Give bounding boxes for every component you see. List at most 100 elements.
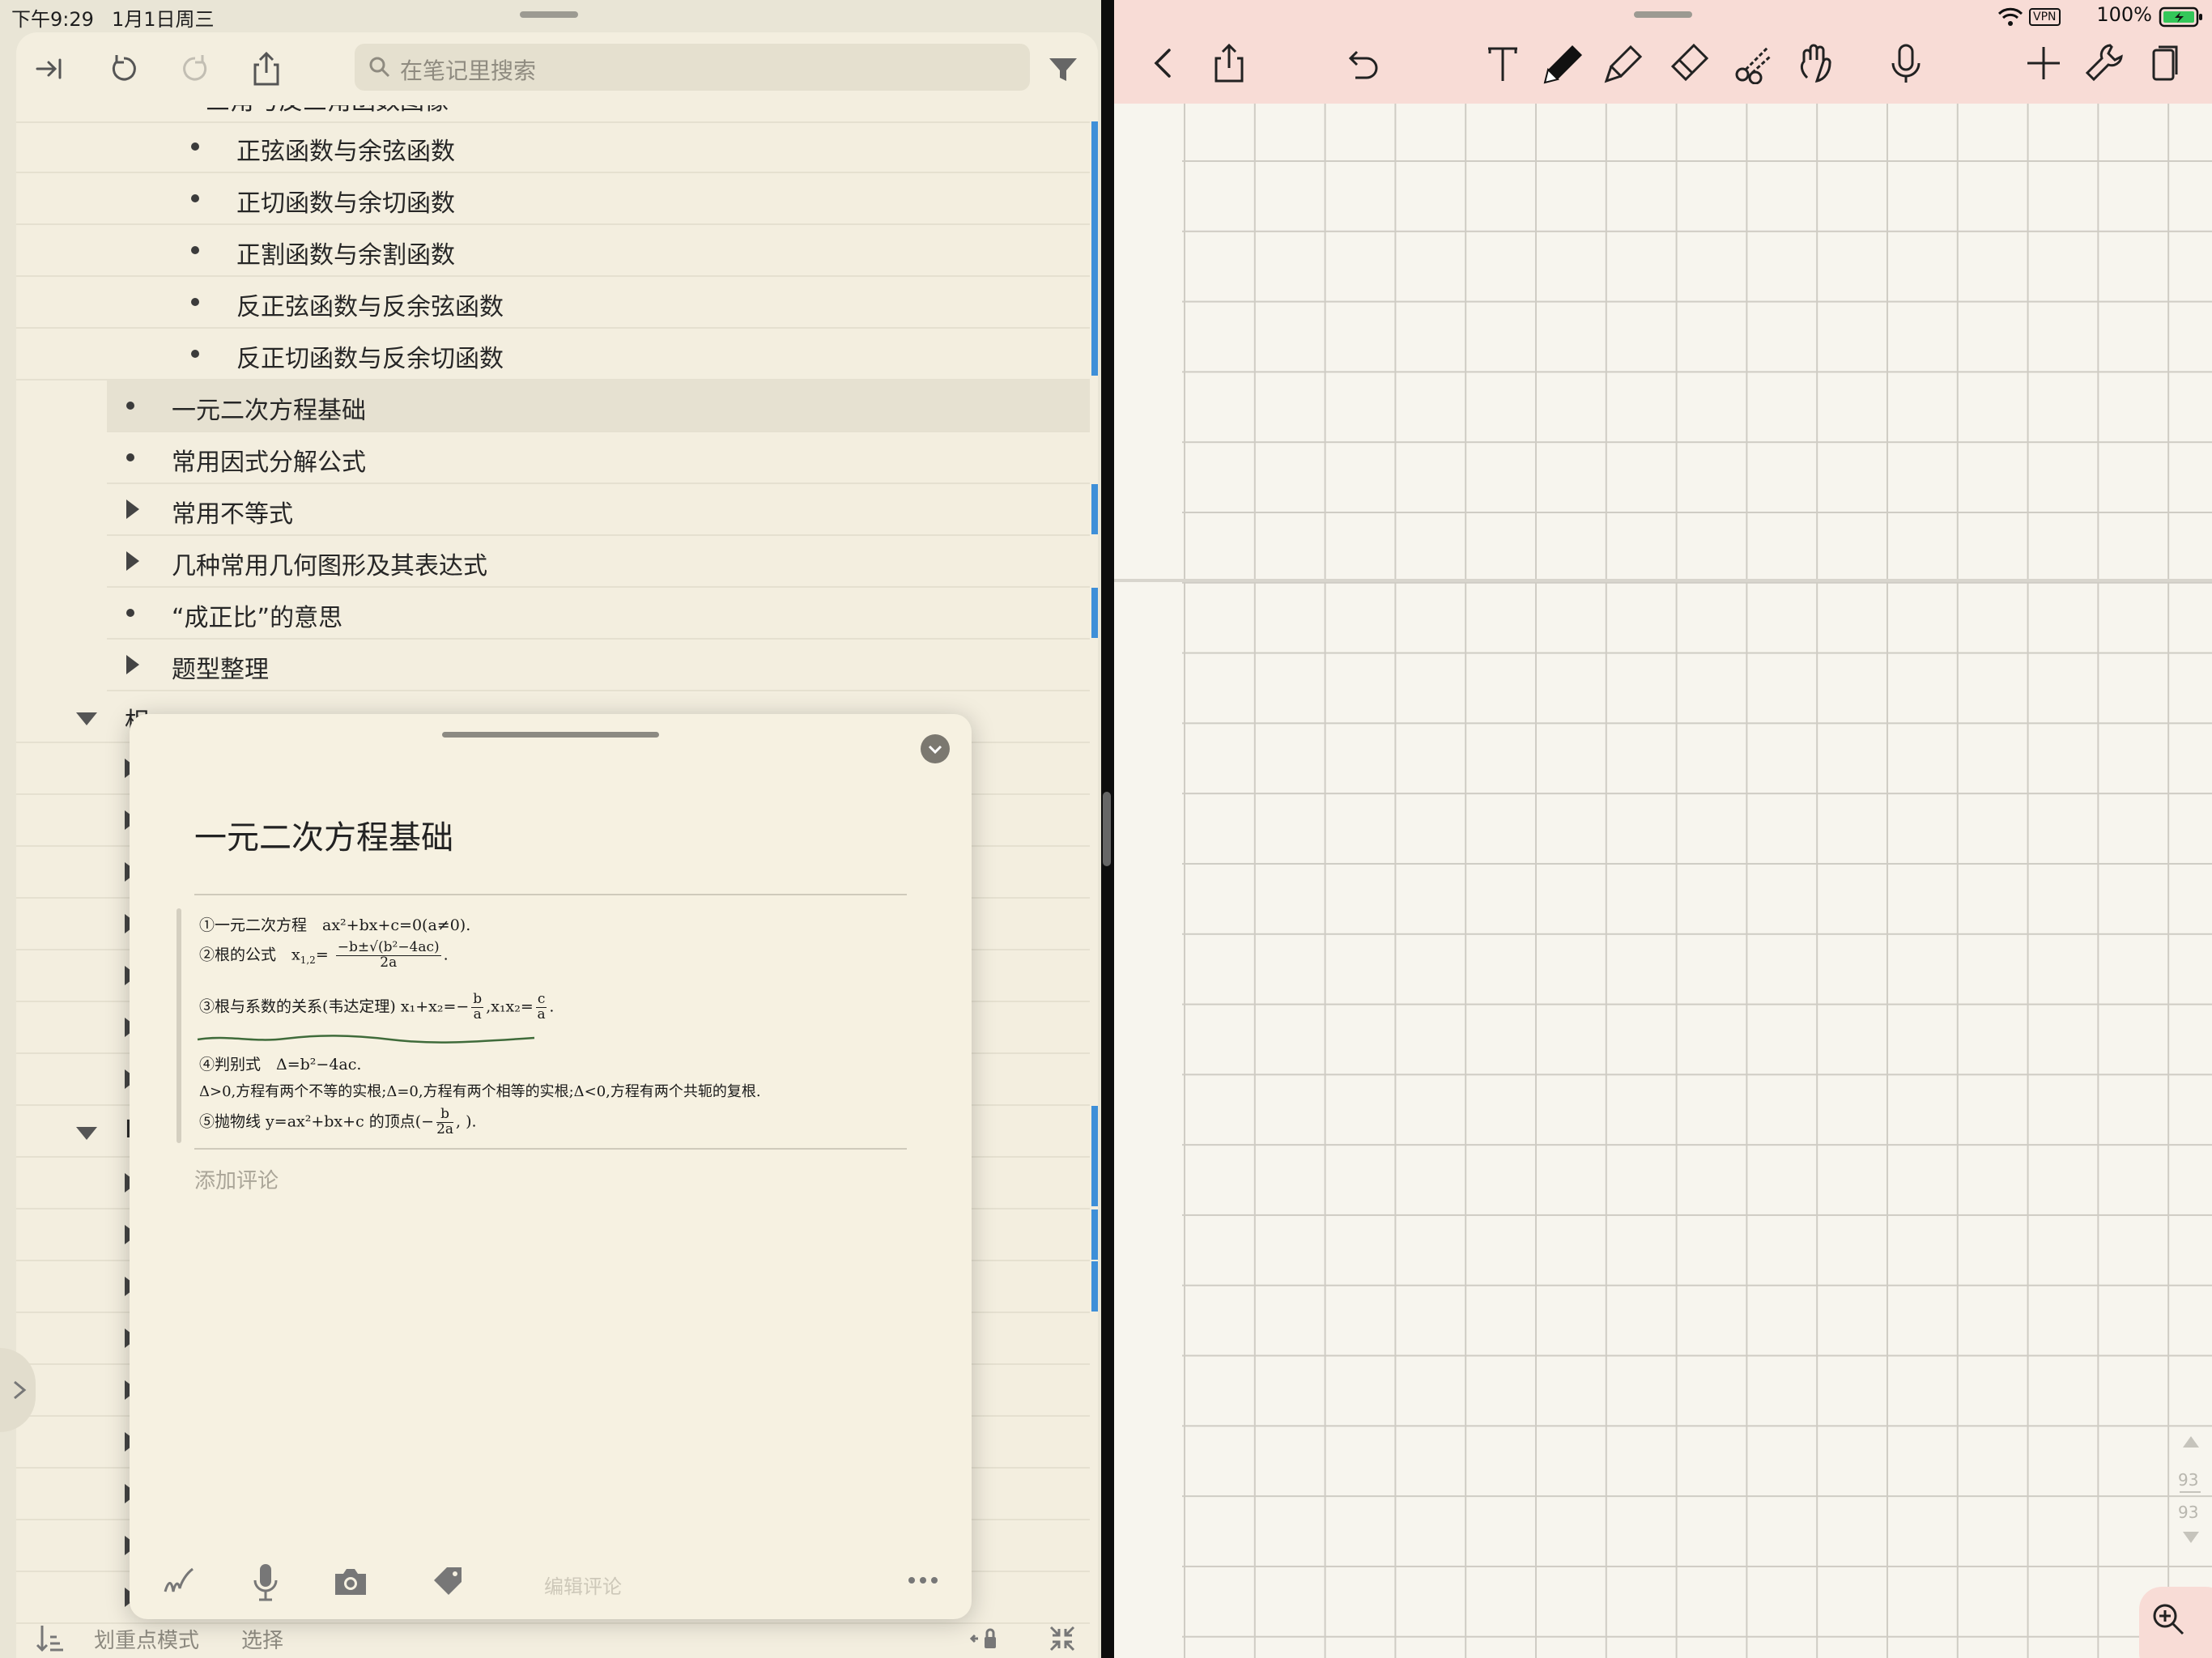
page-up-icon[interactable]	[2181, 1435, 2201, 1449]
outline-item[interactable]: 几种常用几何图形及其表达式	[107, 536, 1090, 588]
edit-comment-button[interactable]: 编辑评论	[544, 1571, 622, 1599]
hand-tool-icon[interactable]	[1794, 42, 1836, 84]
outline-item-label: “成正比”的意思	[172, 604, 343, 632]
link-marker	[1091, 121, 1098, 376]
outline-subitem[interactable]: 正弦函数与余弦函数	[16, 121, 1090, 173]
search-input[interactable]: 在笔记里搜索	[355, 44, 1030, 91]
select-button[interactable]: 选择	[241, 1624, 283, 1654]
eraser-tool-icon[interactable]	[1668, 42, 1710, 84]
bullet-icon	[191, 142, 199, 151]
expand-arrow-icon[interactable]	[126, 500, 139, 519]
formula-line-4: ④判别式 Δ=b²−4ac.	[199, 1056, 362, 1073]
formula-line-1: ①一元二次方程 ax²+bx+c=0(a≠0).	[199, 916, 471, 934]
outline-item-label: 一元二次方程基础	[172, 397, 366, 425]
bullet-icon	[191, 298, 199, 306]
outline-subitem[interactable]: 反正弦函数与反余弦函数	[16, 277, 1090, 329]
outline-item-label: 三角与反三角函数图像	[206, 105, 449, 117]
formula-text: =	[315, 946, 329, 964]
wifi-icon	[1997, 7, 2023, 26]
highlighter-tool-icon[interactable]	[1603, 42, 1645, 84]
formula-text: ⑤抛物线 y=ax²+bx+c 的顶点(−	[199, 1112, 435, 1131]
fraction-denominator: 2a	[436, 1120, 454, 1137]
link-marker	[1091, 484, 1098, 534]
outline-subitem[interactable]: 正切函数与余切函数	[16, 173, 1090, 225]
camera-icon[interactable]	[332, 1566, 369, 1598]
focus-lock-icon[interactable]	[968, 1622, 1007, 1655]
page-break	[1114, 579, 2212, 582]
chevron-down-icon[interactable]	[920, 733, 951, 764]
window-grabber[interactable]	[520, 11, 578, 18]
quote-bar	[177, 908, 181, 1143]
pen-tool-icon[interactable]	[1543, 42, 1585, 84]
fraction: −b±√(b²−4ac) 2a	[335, 940, 441, 971]
formula-line-2: ②根的公式 x1,2= −b±√(b²−4ac) 2a.	[199, 940, 449, 971]
share-icon[interactable]	[248, 50, 285, 87]
handwriting-icon[interactable]	[162, 1564, 199, 1601]
expand-arrow-icon[interactable]	[126, 655, 139, 674]
text-tool-icon[interactable]	[1482, 42, 1524, 84]
note-title: 一元二次方程基础	[194, 819, 453, 857]
fraction: ba	[471, 992, 484, 1022]
outline-item[interactable]: 题型整理	[107, 640, 1090, 691]
redo-icon[interactable]	[177, 50, 214, 87]
bullet-icon	[191, 246, 199, 254]
outline-item-label: 题型整理	[172, 656, 269, 684]
page-total: 93	[2178, 1503, 2199, 1522]
bullet-icon	[126, 402, 134, 410]
collapse-sidebar-icon[interactable]	[31, 50, 68, 87]
wrench-icon[interactable]	[2082, 42, 2125, 84]
split-view-handle[interactable]	[1103, 792, 1111, 866]
outline-item-selected[interactable]: 一元二次方程基础	[107, 380, 1090, 432]
outline-subitem[interactable]: 正割函数与余割函数	[16, 225, 1090, 277]
window-grabber[interactable]	[1634, 11, 1692, 18]
bullet-icon	[191, 350, 199, 358]
highlight-mode-button[interactable]: 划重点模式	[94, 1624, 199, 1654]
outline-item-label: 常用因式分解公式	[172, 449, 366, 477]
outline-row-heading[interactable]: 三角与反三角函数图像	[16, 105, 1090, 123]
expand-arrow-icon[interactable]	[76, 712, 97, 725]
expand-arrow-icon[interactable]	[76, 1127, 97, 1140]
formula-sub: 1,2	[300, 954, 316, 967]
page-down-icon[interactable]	[2181, 1530, 2201, 1545]
microphone-icon[interactable]	[1885, 42, 1927, 84]
formula-text: .	[443, 946, 449, 964]
expand-arrow-icon[interactable]	[126, 551, 139, 571]
pages-icon[interactable]	[2146, 42, 2188, 84]
outline-item[interactable]: 常用因式分解公式	[107, 432, 1090, 484]
fraction-denominator: a	[473, 1005, 482, 1022]
formula-text: ②根的公式 x	[199, 946, 300, 964]
add-comment-input[interactable]: 添加评论	[194, 1164, 279, 1194]
share-icon[interactable]	[1208, 42, 1250, 84]
formula-text: .	[549, 997, 555, 1016]
microphone-icon[interactable]	[251, 1562, 280, 1603]
link-marker	[1091, 588, 1098, 638]
add-icon[interactable]	[2023, 42, 2065, 84]
fraction: b 2a	[436, 1107, 454, 1137]
sort-icon[interactable]	[34, 1622, 66, 1655]
grid-paper-canvas[interactable]	[1114, 104, 2212, 1658]
back-icon[interactable]	[1143, 42, 1185, 84]
outline-item-label: 反正弦函数与反余弦函数	[236, 293, 504, 321]
outline-item-label: 正弦函数与余弦函数	[236, 138, 455, 166]
lasso-scissors-icon[interactable]	[1733, 42, 1775, 84]
paper-margin	[1114, 104, 1182, 1658]
popup-grabber[interactable]	[442, 732, 659, 738]
page-indicator[interactable]: 93 93	[2175, 1435, 2207, 1556]
outline-item-label: 正割函数与余割函数	[236, 241, 455, 270]
outline-bottom-bar: 划重点模式 选择	[16, 1619, 1098, 1658]
formula-image[interactable]: ①一元二次方程 ax²+bx+c=0(a≠0). ②根的公式 x1,2= −b±…	[197, 902, 928, 1145]
zoom-button[interactable]	[2139, 1587, 2212, 1658]
outline-subitem[interactable]: 反正切函数与反余切函数	[16, 329, 1090, 380]
outline-item[interactable]: “成正比”的意思	[107, 588, 1090, 640]
collapse-all-icon[interactable]	[1046, 1622, 1078, 1655]
more-icon[interactable]	[907, 1575, 939, 1585]
undo-icon[interactable]	[105, 50, 143, 87]
link-marker	[1091, 1106, 1098, 1206]
tag-icon[interactable]	[431, 1564, 466, 1600]
undo-icon[interactable]	[1341, 42, 1383, 84]
filter-icon[interactable]	[1044, 50, 1082, 87]
outline-item-label: 正切函数与余切函数	[236, 189, 455, 218]
outline-item-label: 几种常用几何图形及其表达式	[172, 552, 487, 580]
link-marker	[1091, 1261, 1098, 1312]
outline-item[interactable]: 常用不等式	[107, 484, 1090, 536]
